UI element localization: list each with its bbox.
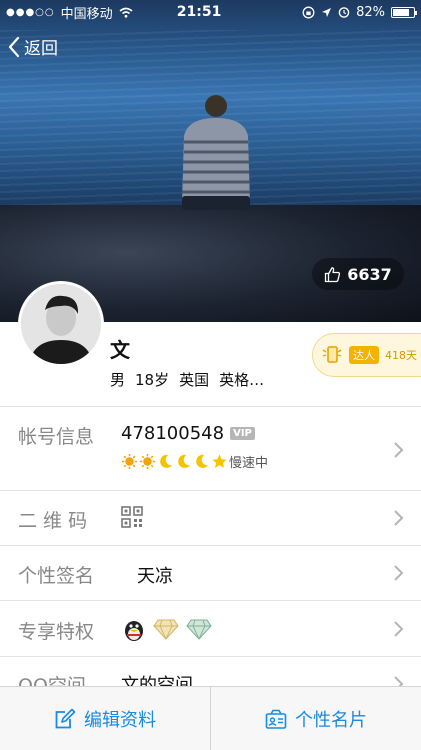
- battery-percent: 82%: [356, 4, 385, 20]
- profile-meta: 男 18岁 英国 英格…: [110, 369, 264, 390]
- star-icon: [212, 454, 227, 468]
- battery-fill: [393, 8, 410, 16]
- person-silhouette: [182, 95, 250, 210]
- row-label: 帐号信息: [18, 426, 95, 448]
- profile-card-button[interactable]: 个性名片: [211, 687, 421, 750]
- profile-gender: 男: [110, 371, 126, 389]
- vip-tag: VIP: [230, 427, 255, 440]
- sun-icon: [139, 453, 156, 470]
- edit-profile-button[interactable]: 编辑资料: [0, 687, 210, 750]
- qq-number: 478100548 VIP: [121, 423, 255, 444]
- moon-icon: [160, 454, 173, 468]
- profile-country: 英国: [179, 371, 210, 389]
- diamond-green-icon: [186, 619, 212, 640]
- row-signature[interactable]: 个性签名 天凉: [0, 545, 421, 600]
- status-bar: ●●●○○ 中国移动 21:51 82%: [0, 0, 421, 24]
- battery-icon: [391, 6, 417, 18]
- moon-icon: [178, 454, 191, 468]
- bottom-toolbar: 编辑资料 个性名片: [0, 686, 421, 750]
- wifi-icon: [119, 7, 133, 18]
- sun-icon: [121, 453, 138, 470]
- profile-age: 18岁: [135, 371, 170, 389]
- moon-icon: [196, 454, 209, 468]
- profile-city: 英格…: [219, 371, 265, 389]
- chevron-right-icon: [394, 621, 404, 637]
- like-button[interactable]: 6637: [312, 258, 404, 290]
- qr-code-icon: [121, 506, 143, 528]
- back-button[interactable]: 返回: [8, 34, 58, 59]
- diamond-yellow-icon: [153, 619, 179, 640]
- signal-icon: ●●●○○: [6, 6, 55, 18]
- card-icon: [265, 709, 287, 729]
- like-count: 6637: [347, 264, 392, 284]
- thumbs-up-icon: [325, 266, 341, 282]
- qq-level: 慢速中: [121, 452, 268, 471]
- phone-badge-icon: [322, 346, 342, 363]
- avatar[interactable]: [18, 281, 104, 367]
- chevron-right-icon: [394, 442, 404, 458]
- back-label: 返回: [24, 39, 58, 59]
- edit-icon: [55, 708, 76, 728]
- row-label: 二 维 码: [18, 510, 88, 532]
- carrier-label: 中国移动: [60, 6, 113, 22]
- qq-penguin-icon: [125, 621, 143, 641]
- badge-tag: 达人: [349, 346, 379, 364]
- alarm-icon: [338, 7, 350, 18]
- row-label: 专享特权: [18, 621, 95, 643]
- qq-number-text: 478100548: [121, 423, 225, 444]
- location-icon: [322, 7, 332, 17]
- row-account-info[interactable]: 帐号信息 478100548 VIP 慢速中: [0, 406, 421, 490]
- chevron-right-icon: [394, 565, 404, 581]
- clock: 21:51: [176, 4, 222, 20]
- avatar-photo: [21, 284, 101, 364]
- badge-days: 418天: [385, 349, 417, 362]
- profile-name: 文: [110, 338, 130, 362]
- chevron-left-icon: [8, 36, 20, 57]
- edit-profile-label: 编辑资料: [84, 709, 156, 731]
- signature-value: 天凉: [137, 566, 173, 587]
- rotation-lock-icon: [302, 6, 315, 18]
- chevron-right-icon: [394, 510, 404, 526]
- row-privileges[interactable]: 专享特权: [0, 600, 421, 656]
- profile-card-label: 个性名片: [295, 709, 367, 731]
- expert-badge[interactable]: 达人 418天: [312, 333, 421, 377]
- row-label: 个性签名: [18, 565, 95, 587]
- speed-status: 慢速中: [229, 456, 269, 471]
- row-qrcode[interactable]: 二 维 码: [0, 490, 421, 545]
